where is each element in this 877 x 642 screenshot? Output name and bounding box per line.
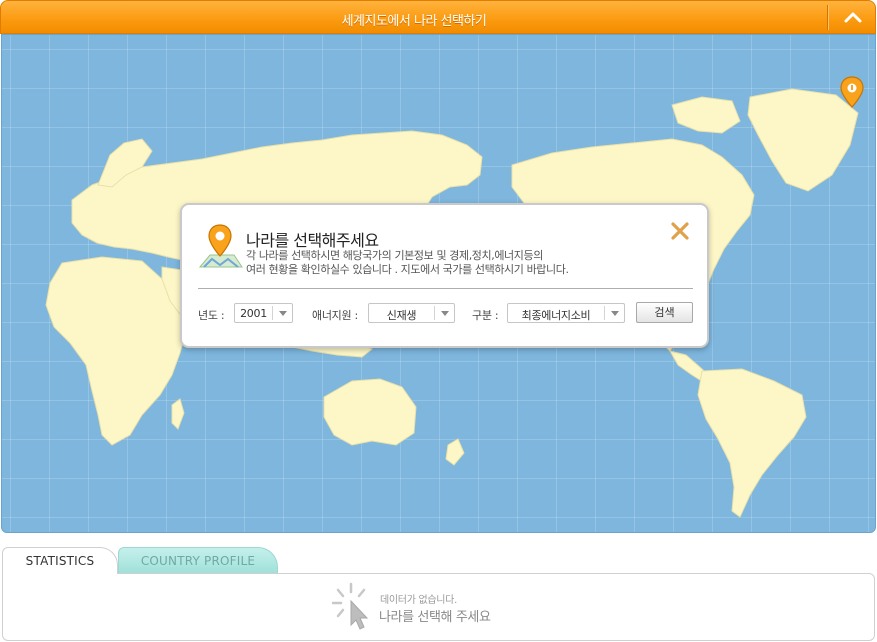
type-select-value: 최종에너지소비 [521, 309, 591, 322]
dialog-description-line1: 각 나라를 선택하시면 해당국가의 기본정보 및 경제,정치,에너지등의 [246, 249, 543, 262]
dialog-title: 나라를 선택해주세요 [246, 231, 379, 250]
search-button[interactable]: 검색 [636, 302, 693, 323]
map-pin-icon [198, 224, 243, 268]
tab-statistics[interactable]: STATISTICS [2, 547, 118, 574]
chevron-down-icon [604, 306, 624, 320]
chevron-down-icon [434, 306, 454, 320]
no-data-text: 데이터가 없습니다. [380, 595, 457, 606]
energy-select[interactable]: 신재생 [368, 303, 455, 323]
dialog-divider [198, 288, 693, 289]
title-divider [827, 5, 828, 30]
landmass-south-america[interactable] [697, 368, 807, 518]
year-select[interactable]: 2001 [234, 303, 293, 323]
select-country-prompt: 나라를 선택해 주세요 [379, 610, 491, 625]
dialog-description-line2: 여러 현황을 확인하실수 있습니다 . 지도에서 국가를 선택하시기 바랍니다. [246, 263, 569, 276]
chevron-up-icon [844, 12, 862, 23]
select-country-dialog: 나라를 선택해주세요 각 나라를 선택하시면 해당국가의 기본정보 및 경제,정… [180, 203, 709, 348]
collapse-button[interactable] [841, 7, 865, 27]
landmass-madagascar[interactable] [171, 398, 185, 430]
landmass-australia[interactable] [323, 378, 417, 446]
tab-country-profile[interactable]: COUNTRY PROFILE [118, 547, 278, 574]
loading-cursor-icon [331, 582, 369, 630]
landmass-arctic-islands[interactable] [671, 96, 741, 134]
chevron-down-icon [272, 306, 292, 320]
location-pin-icon[interactable] [838, 75, 866, 111]
energy-label: 애너지원 : [312, 309, 358, 322]
landmass-new-zealand[interactable] [445, 438, 465, 466]
type-select[interactable]: 최종에너지소비 [507, 303, 625, 323]
close-icon[interactable] [669, 220, 691, 242]
title-bar: 세계지도에서 나라 선택하기 [0, 0, 876, 34]
year-select-value: 2001 [240, 307, 267, 320]
page-title: 세계지도에서 나라 선택하기 [341, 14, 487, 29]
dialog-description: 각 나라를 선택하시면 해당국가의 기본정보 및 경제,정치,에너지등의 여러 … [246, 249, 569, 277]
year-label: 년도 : [198, 309, 225, 322]
energy-select-value: 신재생 [386, 309, 417, 322]
type-label: 구분 : [472, 309, 499, 322]
